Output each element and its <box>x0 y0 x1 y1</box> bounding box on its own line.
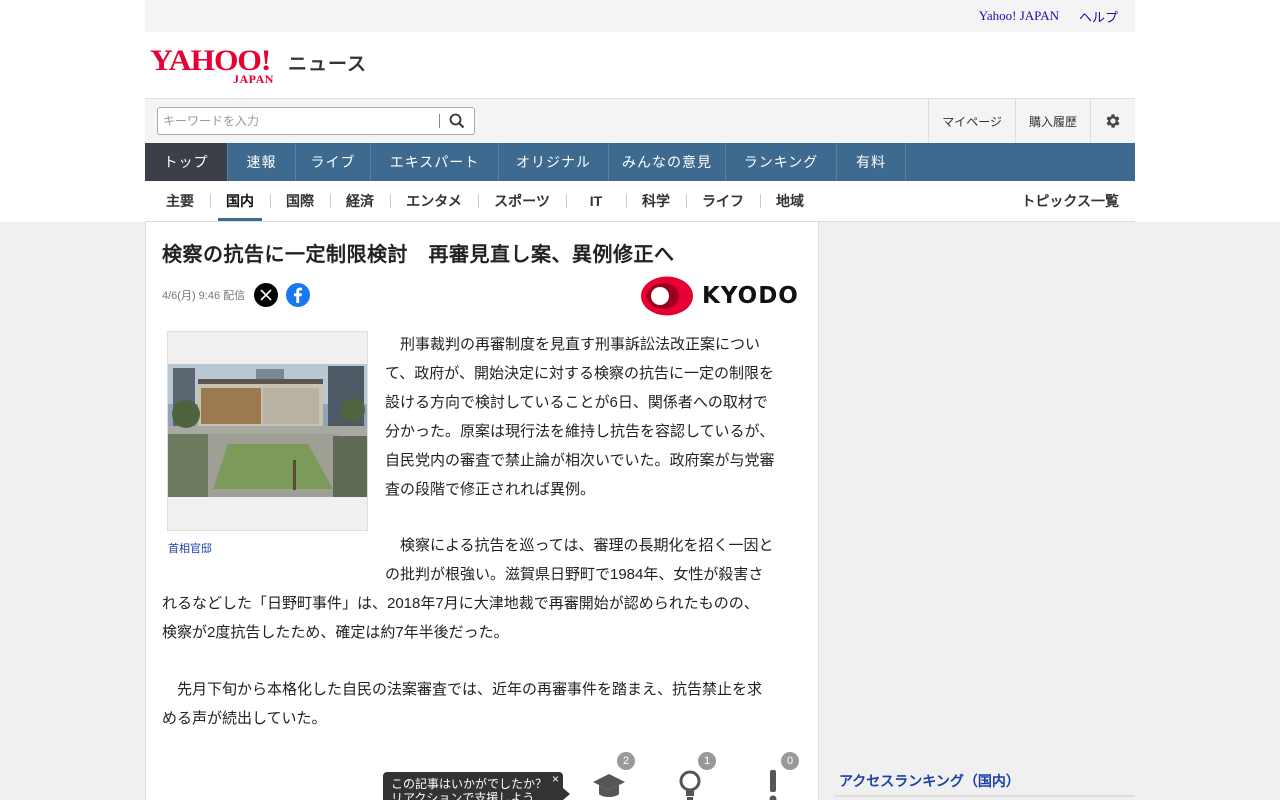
paragraph-line: 分かった。原案は現行法を維持し抗告を容認しているが、 <box>385 423 775 440</box>
tab-life[interactable]: ライフ <box>698 181 748 221</box>
article-paragraph-2: 検察による抗告を巡っては、審理の長期化を招く一因と の批判が根強い。滋賀県日野町… <box>385 531 805 589</box>
photo-caption[interactable]: 首相官邸 <box>168 540 212 556</box>
nav-original[interactable]: オリジナル <box>499 143 609 181</box>
yahoo-japan-link[interactable]: Yahoo! JAPAN <box>979 8 1059 24</box>
tab-divider <box>566 194 567 208</box>
topics-list-link[interactable]: トピックス一覧 <box>1021 181 1119 221</box>
prime-minister-residence-photo <box>168 332 367 530</box>
tab-divider <box>330 194 331 208</box>
nav-breaking[interactable]: 速報 <box>228 143 296 181</box>
publish-date: 4/6(月) 9:46 配信 <box>162 290 246 302</box>
tab-domestic[interactable]: 国内 <box>218 181 262 221</box>
facebook-logo-icon <box>294 287 303 303</box>
share-x-button[interactable] <box>254 283 279 307</box>
article-paragraph-2-cont: れるなどした「日野町事件」は、2018年7月に大津地裁で再審開始が認められたもの… <box>162 589 812 647</box>
settings-button[interactable] <box>1090 99 1135 143</box>
tab-international[interactable]: 国際 <box>282 181 318 221</box>
nav-expert[interactable]: エキスパート <box>371 143 499 181</box>
search-icon <box>449 113 465 129</box>
nav-live[interactable]: ライブ <box>296 143 371 181</box>
utility-bar: Yahoo! JAPAN ヘルプ <box>145 0 1135 32</box>
tab-divider <box>760 194 761 208</box>
nav-paid[interactable]: 有料 <box>837 143 906 181</box>
search-button[interactable] <box>440 108 474 134</box>
reaction-tooltip: この記事はいかがでしたか？ リアクションで支援しよう × <box>383 772 570 800</box>
reaction-count-badge: 0 <box>781 752 799 770</box>
article-headline: 検察の抗告に一定制限検討 再審見直し案、異例修正へ <box>162 244 675 266</box>
lightbulb-icon <box>679 770 701 800</box>
kyodo-logo[interactable]: KYODO <box>640 276 799 316</box>
tab-sports[interactable]: スポーツ <box>490 181 554 221</box>
kyodo-mark-icon <box>641 276 693 316</box>
tab-divider <box>478 194 479 208</box>
ranking-divider <box>835 795 1135 797</box>
graduation-cap-icon <box>593 774 625 797</box>
search-row: マイページ 購入履歴 <box>145 98 1135 143</box>
logo-row: YAHOO! JAPAN ニュース <box>145 32 1135 98</box>
access-ranking-title[interactable]: アクセスランキング（国内） <box>839 771 1020 791</box>
article-photo[interactable] <box>167 331 368 531</box>
reaction-alert-button[interactable]: 0 <box>753 752 799 800</box>
tab-science[interactable]: 科学 <box>638 181 674 221</box>
gear-icon <box>1106 114 1120 128</box>
nav-opinions[interactable]: みんなの意見 <box>609 143 726 181</box>
tab-main[interactable]: 主要 <box>162 181 198 221</box>
tab-local[interactable]: 地域 <box>772 181 808 221</box>
reaction-count-badge: 2 <box>617 752 635 770</box>
yahoo-news-logo[interactable]: YAHOO! JAPAN ニュース <box>150 46 368 87</box>
yahoo-logo-mark: YAHOO! JAPAN <box>150 46 285 87</box>
nav-top[interactable]: トップ <box>145 143 228 181</box>
account-links: マイページ 購入履歴 <box>928 99 1135 143</box>
tooltip-line: リアクションで支援しよう <box>391 791 535 800</box>
article: 検察の抗告に一定制限検討 再審見直し案、異例修正へ 4/6(月) 9:46 配信… <box>145 222 819 800</box>
paragraph-line: の批判が根強い。滋賀県日野町で1984年、女性が殺害さ <box>385 566 764 583</box>
article-meta: 4/6(月) 9:46 配信 <box>162 283 311 307</box>
x-logo-icon <box>260 289 272 301</box>
exclamation-icon <box>769 770 777 800</box>
kyodo-wordmark: KYODO <box>702 283 799 309</box>
tab-divider <box>210 194 211 208</box>
search-input[interactable] <box>158 108 439 134</box>
paragraph-line: て、政府が、開始決定に対する検察の抗告に一定の制限を <box>385 365 774 382</box>
paragraph-line: める声が続出していた。 <box>162 710 327 727</box>
reaction-count-badge: 1 <box>698 752 716 770</box>
reaction-learn-button[interactable]: 2 <box>589 752 635 800</box>
paragraph-line: 検察が2度抗告したため、確定は約7年半後だった。 <box>162 624 509 641</box>
tooltip-line: この記事はいかがでしたか？ <box>391 777 548 791</box>
tab-divider <box>390 194 391 208</box>
help-link[interactable]: ヘルプ <box>1079 7 1118 26</box>
tab-divider <box>270 194 271 208</box>
tab-it[interactable]: IT <box>578 181 614 221</box>
mypage-link[interactable]: マイページ <box>928 99 1015 143</box>
logo-japan-text: JAPAN <box>233 72 274 86</box>
share-facebook-button[interactable] <box>286 283 311 307</box>
paragraph-line: 検察による抗告を巡っては、審理の長期化を招く一因と <box>385 537 774 554</box>
article-paragraph-3: 先月下旬から本格化した自民の法案審査では、近年の再審事件を踏まえ、抗告禁止を求 … <box>162 675 812 733</box>
search-box <box>157 107 475 135</box>
paragraph-line: 設ける方向で検討していることが6日、関係者への取材で <box>385 394 768 411</box>
paragraph-line: れるなどした「日野町事件」は、2018年7月に大津地裁で再審開始が認められたもの… <box>162 595 759 612</box>
article-paragraph-1: 刑事裁判の再審制度を見直す刑事訴訟法改正案につい て、政府が、開始決定に対する検… <box>385 330 805 504</box>
main-nav: トップ 速報 ライブ エキスパート オリジナル みんなの意見 ランキング 有料 <box>145 143 1135 181</box>
tab-entertainment[interactable]: エンタメ <box>402 181 466 221</box>
logo-news-text: ニュース <box>288 54 368 75</box>
paragraph-line: 自民党内の審査で禁止論が相次いでいた。政府案が与党審 <box>385 452 775 469</box>
paragraph-line: 刑事裁判の再審制度を見直す刑事訴訟法改正案につい <box>385 336 761 353</box>
tab-economy[interactable]: 経済 <box>342 181 378 221</box>
header: Yahoo! JAPAN ヘルプ YAHOO! JAPAN ニュース マイページ… <box>145 0 1135 222</box>
paragraph-line: 査の段階で修正されれば異例。 <box>385 481 596 498</box>
reaction-idea-button[interactable]: 1 <box>670 752 716 800</box>
paragraph-line: 先月下旬から本格化した自民の法案審査では、近年の再審事件を踏まえ、抗告禁止を求 <box>162 681 763 698</box>
tab-divider <box>686 194 687 208</box>
tab-divider <box>626 194 627 208</box>
category-nav: 主要 国内 国際 経済 エンタメ スポーツ IT 科学 ライフ 地域 トピックス… <box>145 181 1135 222</box>
tooltip-close-button[interactable]: × <box>552 772 559 786</box>
nav-ranking[interactable]: ランキング <box>726 143 837 181</box>
purchase-history-link[interactable]: 購入履歴 <box>1014 99 1090 143</box>
